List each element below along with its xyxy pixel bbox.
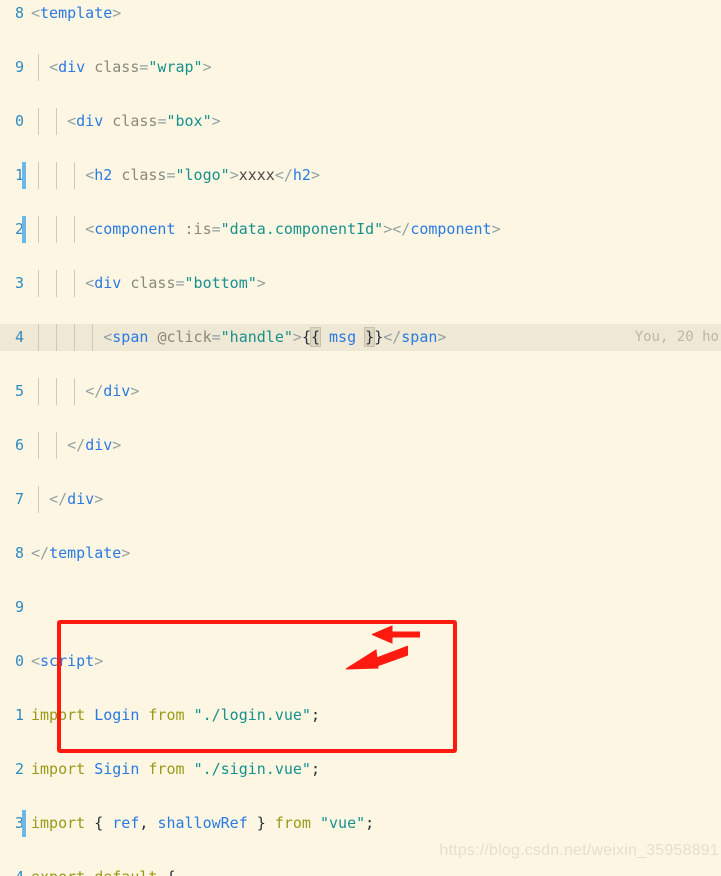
line-content: import { ref, shallowRef } from "vue"; xyxy=(31,814,375,832)
git-change-marker xyxy=(22,216,26,243)
code-editor[interactable]: 8 <template> 9 <div class="wrap"> 0 <div… xyxy=(0,0,721,876)
line-content: </div> xyxy=(67,436,122,454)
line-content: <div class="bottom"> xyxy=(85,274,266,292)
line-number: 4 xyxy=(0,324,26,351)
code-line[interactable]: 2 import Sigin from "./sigin.vue"; xyxy=(0,756,721,783)
code-line[interactable]: 1 import Login from "./login.vue"; xyxy=(0,702,721,729)
code-line[interactable]: 0 <div class="box"> xyxy=(0,108,721,135)
line-content: import Login from "./login.vue"; xyxy=(31,706,320,724)
line-content: import Sigin from "./sigin.vue"; xyxy=(31,760,320,778)
git-change-marker xyxy=(22,810,26,837)
code-line[interactable]: 7 </div> xyxy=(0,486,721,513)
code-line[interactable]: 3 import { ref, shallowRef } from "vue"; xyxy=(0,810,721,837)
line-number: 9 xyxy=(14,598,24,616)
line-number: 5 xyxy=(14,382,24,400)
red-annotation-box xyxy=(57,620,457,753)
code-line[interactable]: 6 </div> xyxy=(0,432,721,459)
code-line[interactable]: 0 <script> xyxy=(0,648,721,675)
line-content: </template> xyxy=(31,544,131,562)
line-content: <script> xyxy=(31,652,104,670)
code-line[interactable]: 9 xyxy=(0,594,721,621)
code-line[interactable]: 9 <div class="wrap"> xyxy=(0,54,721,81)
line-number: 6 xyxy=(14,436,24,454)
code-line[interactable]: 4 export default { xyxy=(0,864,721,876)
line-content: <div class="wrap"> xyxy=(49,58,212,76)
code-line-active[interactable]: 4 <span @click="handle">{{ msg }}</span>… xyxy=(0,324,721,351)
csdn-watermark: https://blog.csdn.net/weixin_35958891 xyxy=(439,842,719,859)
line-number: 3 xyxy=(14,274,24,292)
line-content: </div> xyxy=(49,490,104,508)
code-line[interactable]: 2 <component :is="data.componentId"></co… xyxy=(0,216,721,243)
line-number: 2 xyxy=(14,760,24,778)
line-number: 1 xyxy=(14,706,24,724)
red-arrow-icon xyxy=(372,625,420,644)
line-content: <component :is="data.componentId"></comp… xyxy=(85,220,501,238)
line-number: 4 xyxy=(0,864,26,876)
line-content: <h2 class="logo">xxxx</h2> xyxy=(85,166,320,184)
line-content: export default { xyxy=(31,864,176,876)
line-number: 9 xyxy=(14,58,24,76)
line-number: 8 xyxy=(14,4,24,22)
line-number: 8 xyxy=(14,544,24,562)
line-content: <template> xyxy=(31,4,122,22)
line-number: 7 xyxy=(14,490,24,508)
code-line[interactable]: 5 </div> xyxy=(0,378,721,405)
code-line[interactable]: 3 <div class="bottom"> xyxy=(0,270,721,297)
git-blame-annotation: You, 20 ho xyxy=(634,329,719,345)
line-number: 0 xyxy=(14,112,24,130)
line-content: </div> xyxy=(85,382,140,400)
code-line[interactable]: 8 </template> xyxy=(0,540,721,567)
line-content: <div class="box"> xyxy=(67,112,221,130)
code-line[interactable]: 8 <template> xyxy=(0,0,721,27)
code-line[interactable]: 1 <h2 class="logo">xxxx</h2> xyxy=(0,162,721,189)
line-content: <span @click="handle">{{ msg }}</span> xyxy=(103,327,447,347)
line-number: 0 xyxy=(14,652,24,670)
git-change-marker xyxy=(22,162,26,189)
